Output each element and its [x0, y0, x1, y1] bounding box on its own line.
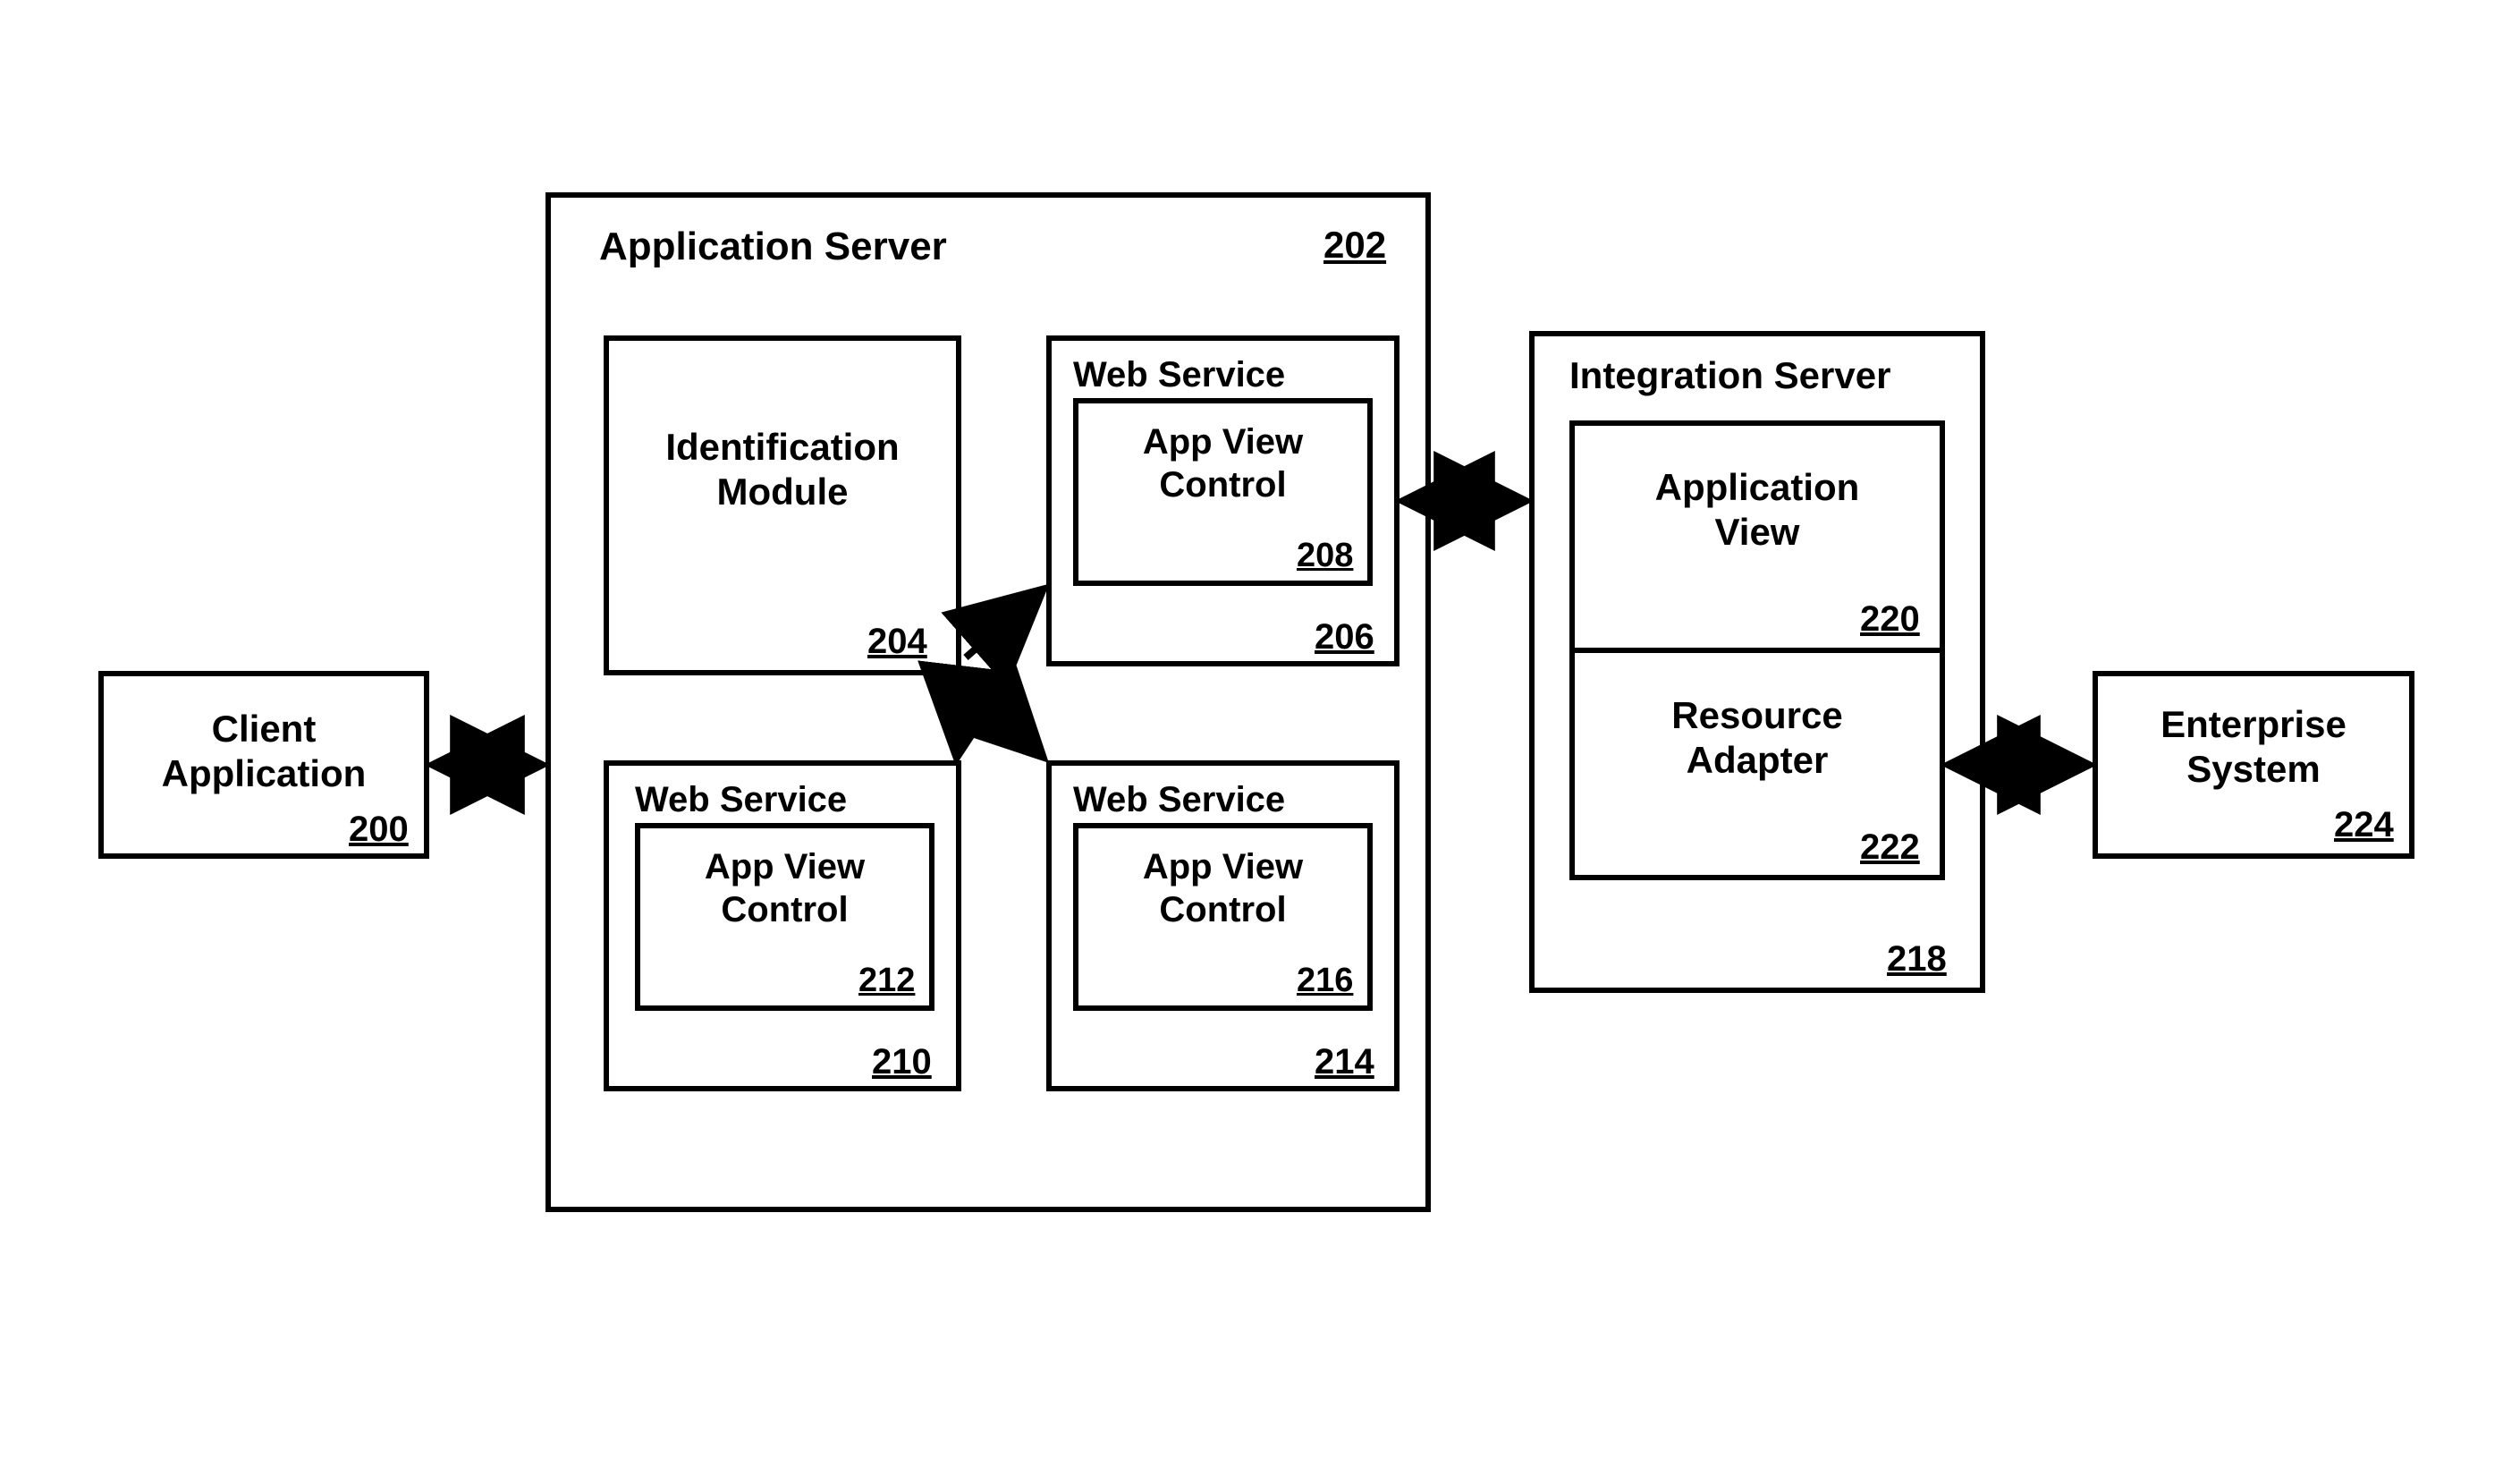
client-application-label: Client Application — [98, 707, 429, 797]
application-view-ref: 220 — [1860, 599, 1920, 640]
resource-adapter-label: Resource Adapter — [1569, 693, 1945, 784]
identification-module-ref: 204 — [867, 622, 927, 662]
web-service-206-ref: 206 — [1315, 617, 1374, 657]
application-server-ref: 202 — [1323, 224, 1386, 267]
enterprise-system-ref: 224 — [2334, 805, 2394, 845]
app-view-control-208-ref: 208 — [1297, 537, 1353, 575]
web-service-210-ref: 210 — [872, 1042, 932, 1082]
web-service-214-title: Web Service — [1073, 778, 1368, 821]
web-service-210-title: Web Service — [635, 778, 930, 821]
app-view-control-216-ref: 216 — [1297, 962, 1353, 1000]
app-view-control-216-label: App View Control — [1073, 845, 1373, 931]
application-server-title: Application Server — [599, 224, 1046, 271]
resource-adapter-ref: 222 — [1860, 827, 1920, 868]
web-service-206-title: Web Service — [1073, 353, 1368, 396]
app-view-control-208-label: App View Control — [1073, 420, 1373, 506]
client-application-ref: 200 — [349, 810, 409, 850]
app-view-control-212-label: App View Control — [635, 845, 934, 931]
app-view-control-212-ref: 212 — [858, 962, 915, 1000]
web-service-214-ref: 214 — [1315, 1042, 1374, 1082]
enterprise-system-label: Enterprise System — [2093, 702, 2414, 793]
integration-server-ref: 218 — [1887, 939, 1947, 980]
identification-module-label: Identification Module — [604, 425, 961, 515]
application-view-label: Application View — [1569, 465, 1945, 556]
integration-server-title: Integration Server — [1569, 353, 1945, 398]
